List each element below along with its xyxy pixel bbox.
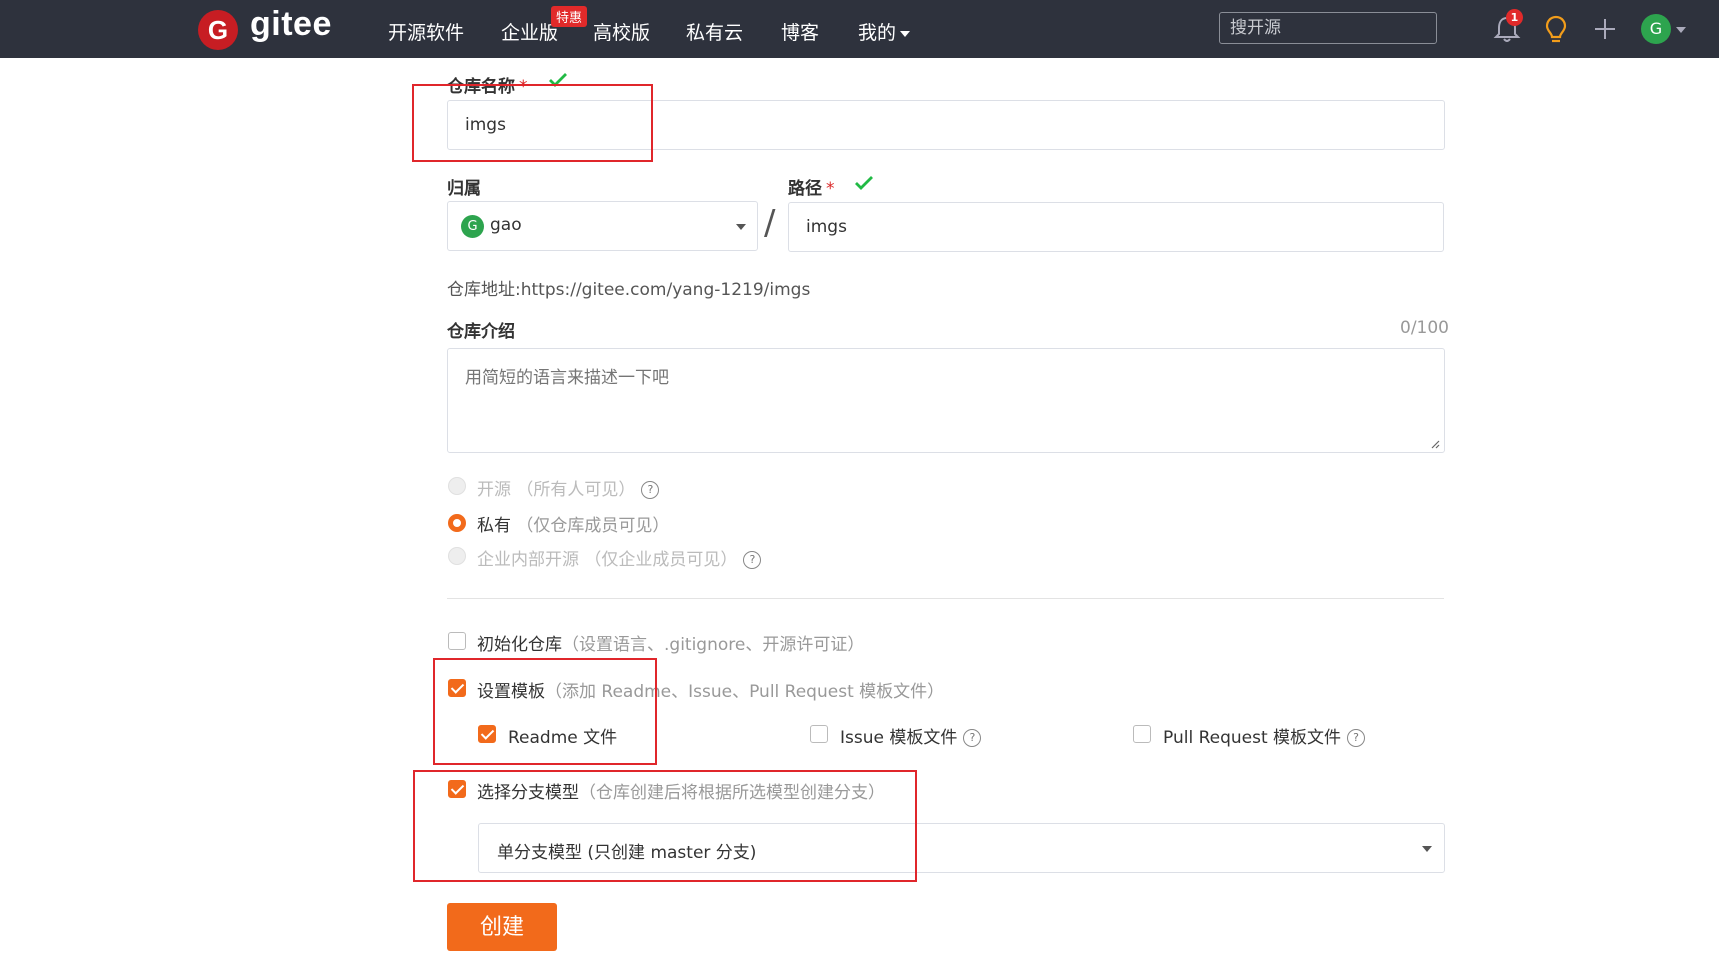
radio-private[interactable] <box>448 514 466 532</box>
nav-open-source[interactable]: 开源软件 <box>388 18 464 45</box>
init-repo-note: （设置语言、.gitignore、开源许可证） <box>562 635 865 655</box>
branch-model-checkbox[interactable] <box>448 780 466 798</box>
lightbulb-icon[interactable] <box>1542 14 1570 44</box>
branch-model-label: 选择分支模型（仓库创建后将根据所选模型创建分支） <box>477 778 885 803</box>
pr-template-checkbox[interactable] <box>1133 725 1151 743</box>
radio-enterprise-label: 企业内部开源 （仅企业成员可见）? <box>477 545 762 570</box>
radio-public-note: （所有人可见） <box>516 480 636 500</box>
radio-private-label: 私有 （仅仓库成员可见） <box>477 511 669 536</box>
radio-enterprise[interactable] <box>448 547 466 565</box>
readme-checkbox[interactable] <box>478 725 496 743</box>
repo-url-line: 仓库地址:https://gitee.com/yang-1219/imgs <box>447 275 810 300</box>
nav-mine-label: 我的 <box>858 22 897 44</box>
radio-private-note: （仅仓库成员可见） <box>516 516 670 536</box>
issue-template-checkbox[interactable] <box>810 725 828 743</box>
owner-select[interactable]: G gao <box>447 201 758 251</box>
gitee-logo-icon[interactable]: G <box>198 10 238 50</box>
branch-model-text: 选择分支模型 <box>477 783 579 803</box>
nav-enterprise[interactable]: 企业版 <box>501 18 558 45</box>
help-icon[interactable]: ? <box>1347 729 1366 747</box>
help-icon[interactable]: ? <box>743 551 762 569</box>
owner-avatar: G <box>461 215 484 238</box>
help-icon[interactable]: ? <box>963 729 982 747</box>
owner-value: gao <box>490 215 522 235</box>
required-mark: * <box>519 77 528 97</box>
init-repo-text: 初始化仓库 <box>477 635 562 655</box>
repo-name-label-text: 仓库名称 <box>447 77 515 97</box>
repo-name-input[interactable] <box>447 100 1445 150</box>
notification-count-badge: 1 <box>1506 9 1523 26</box>
repo-url-value: https://gitee.com/yang-1219/imgs <box>520 280 811 300</box>
radio-public-label: 开源 （所有人可见）? <box>477 475 660 500</box>
pr-template-text: Pull Request 模板文件 <box>1163 728 1342 748</box>
set-template-note: （添加 Readme、Issue、Pull Request 模板文件） <box>545 682 945 702</box>
radio-public-text: 开源 <box>477 480 511 500</box>
branch-model-select[interactable]: 单分支模型 (只创建 master 分支) <box>478 823 1445 873</box>
radio-enterprise-text: 企业内部开源 <box>477 550 579 570</box>
pr-template-label: Pull Request 模板文件? <box>1163 723 1366 748</box>
radio-private-text: 私有 <box>477 516 511 536</box>
top-navbar: G gitee 开源软件 企业版 特惠 高校版 私有云 博客 我的 1 G <box>0 0 1719 58</box>
branch-model-note: （仓库创建后将根据所选模型创建分支） <box>579 783 885 803</box>
init-repo-label: 初始化仓库（设置语言、.gitignore、开源许可证） <box>477 630 864 655</box>
chevron-down-icon <box>900 30 911 37</box>
create-button[interactable]: 创建 <box>447 903 557 951</box>
help-icon[interactable]: ? <box>641 481 660 499</box>
plus-icon[interactable] <box>1591 14 1619 44</box>
radio-enterprise-note: （仅企业成员可见） <box>584 550 738 570</box>
search-input[interactable] <box>1219 12 1437 44</box>
radio-public[interactable] <box>448 477 466 495</box>
nav-mine[interactable]: 我的 <box>858 18 911 45</box>
path-separator: / <box>764 203 776 243</box>
gitee-logo-text[interactable]: gitee <box>250 5 332 44</box>
avatar-chevron-down-icon[interactable] <box>1676 27 1686 33</box>
nav-university[interactable]: 高校版 <box>593 18 650 45</box>
description-textarea[interactable] <box>447 348 1445 453</box>
repo-url-label: 仓库地址: <box>447 280 521 300</box>
repo-name-label: 仓库名称 * <box>447 72 528 97</box>
highlight-box <box>433 658 657 765</box>
issue-template-text: Issue 模板文件 <box>840 728 958 748</box>
set-template-checkbox[interactable] <box>448 679 466 697</box>
issue-template-label: Issue 模板文件? <box>840 723 982 748</box>
init-repo-checkbox[interactable] <box>448 632 466 650</box>
path-input[interactable] <box>788 202 1444 252</box>
section-divider <box>447 598 1444 599</box>
description-counter: 0/100 <box>1400 318 1449 338</box>
readme-label: Readme 文件 <box>508 728 618 748</box>
check-icon <box>855 176 873 190</box>
set-template-label: 设置模板（添加 Readme、Issue、Pull Request 模板文件） <box>477 677 944 702</box>
branch-model-select-value: 单分支模型 (只创建 master 分支) <box>497 843 757 863</box>
nav-blog[interactable]: 博客 <box>781 18 819 45</box>
owner-label: 归属 <box>447 179 481 199</box>
set-template-text: 设置模板 <box>477 682 545 702</box>
chevron-down-icon <box>736 224 746 230</box>
user-avatar[interactable]: G <box>1641 14 1671 44</box>
hot-badge: 特惠 <box>551 6 588 27</box>
path-label-text: 路径 <box>788 179 822 199</box>
required-mark: * <box>826 179 835 199</box>
nav-private-cloud[interactable]: 私有云 <box>686 18 743 45</box>
check-icon <box>549 73 567 87</box>
resize-handle-icon[interactable] <box>1430 439 1440 449</box>
chevron-down-icon <box>1422 846 1432 852</box>
path-label: 路径 * <box>788 174 835 199</box>
description-label: 仓库介绍 <box>447 322 515 342</box>
